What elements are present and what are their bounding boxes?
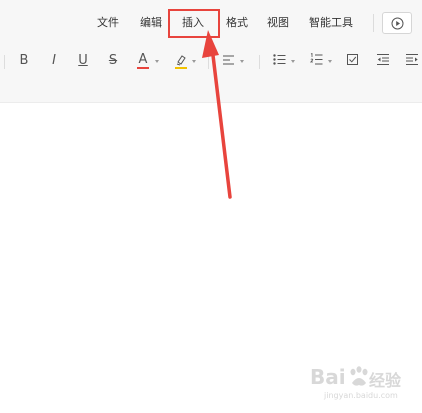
watermark-brand: Bai (310, 365, 346, 389)
paw-icon (350, 366, 368, 386)
annotation-arrow (202, 30, 232, 199)
baidu-jingyan-watermark: Bai 经验 jingyan.baidu.com (306, 363, 416, 407)
watermark-url: jingyan.baidu.com (324, 391, 398, 400)
editor-page: 文件 编辑 插入 格式 视图 智能工具 B I U S A Bai 经验 jin… (0, 0, 422, 413)
watermark-suffix: 经验 (369, 371, 402, 390)
